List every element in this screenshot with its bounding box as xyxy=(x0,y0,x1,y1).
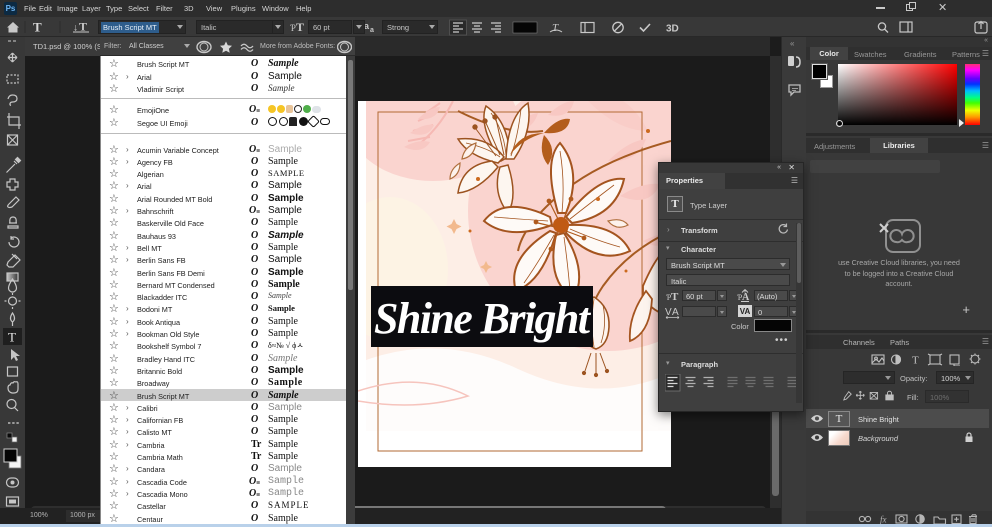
svg-text:T: T xyxy=(552,22,559,34)
svg-text:V: V xyxy=(665,307,672,318)
svg-text:fx: fx xyxy=(880,515,887,525)
svg-text:T: T xyxy=(912,355,919,367)
svg-text:3D: 3D xyxy=(666,24,679,35)
svg-text:T: T xyxy=(8,330,16,345)
svg-text:T: T xyxy=(671,291,679,303)
svg-text:T: T xyxy=(79,20,87,34)
svg-text:a: a xyxy=(370,27,374,34)
svg-text:T: T xyxy=(296,20,304,34)
svg-text:Shine Bright: Shine Bright xyxy=(374,294,592,343)
svg-text:T: T xyxy=(33,20,42,35)
